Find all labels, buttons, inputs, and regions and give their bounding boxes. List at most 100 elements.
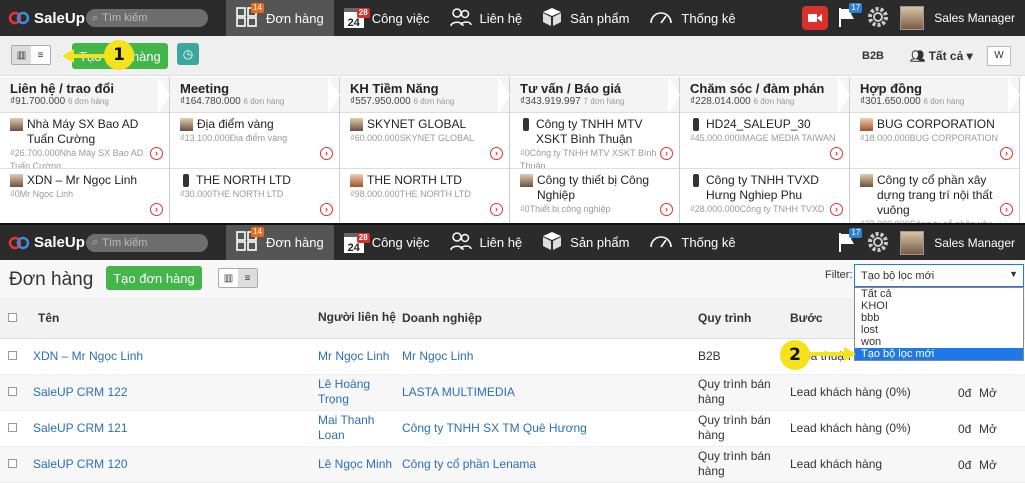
deal-card[interactable]: BUG CORPORATION ₫18.000.000BUG CORPORATIO…: [850, 113, 1019, 169]
stage-header[interactable]: Liên hệ / trao đổi ₫91.700.000 6 đơn hàng: [0, 77, 170, 113]
arrow-right-icon[interactable]: ›: [660, 203, 673, 216]
deal-card[interactable]: Công ty TNHH MTV XSKT Bình Thuận ₫0Công t…: [510, 113, 679, 169]
app-logo[interactable]: SaleUp: [0, 234, 86, 251]
user-name[interactable]: Sales Manager: [934, 236, 1015, 250]
stage-header[interactable]: Hợp đồng ₫301.650.000 6 đơn hàng: [850, 77, 1020, 113]
filter-option[interactable]: bbb: [855, 312, 1023, 324]
filter-select-value: Tạo bộ lọc mới: [861, 270, 935, 282]
nav-reports[interactable]: Thống kê: [639, 0, 745, 36]
table-row[interactable]: SaleUP CRM 120 Lê Ngọc Minh Công ty cổ p…: [0, 446, 1025, 483]
table-row[interactable]: SaleUP CRM 121 Mai Thanh Loan Công ty TN…: [0, 410, 1025, 447]
filter-option[interactable]: Tạo bộ lọc mới: [855, 348, 1023, 360]
contact-link[interactable]: Mr Ngọc Linh: [318, 349, 389, 363]
filter-all-select[interactable]: 👥︎ Tất cả ▾: [910, 49, 973, 63]
deal-card[interactable]: Công ty cổ phần xây dựng trang trí nội t…: [850, 169, 1019, 223]
deal-card[interactable]: THE NORTH LTD ₫30.000THE NORTH LTD ›: [170, 169, 339, 223]
nav-reports[interactable]: Thống kê: [639, 225, 745, 261]
row-checkbox[interactable]: [8, 387, 17, 396]
arrow-right-icon[interactable]: ›: [1000, 147, 1013, 160]
pipeline-select[interactable]: B2B: [862, 50, 884, 62]
deal-card[interactable]: SKYNET GLOBAL ₫60.000.000SKYNET GLOBAL ›: [340, 113, 509, 169]
flag-icon[interactable]: 17: [838, 2, 863, 30]
nav-orders[interactable]: 14 Đơn hàng: [226, 224, 334, 261]
order-name-link[interactable]: SaleUP CRM 121: [33, 421, 128, 435]
column-name[interactable]: Tên: [33, 298, 318, 339]
column-contact[interactable]: Người liên hệ: [318, 298, 402, 339]
contacts-icon: [449, 7, 472, 30]
filter-option[interactable]: lost: [855, 324, 1023, 336]
company-link[interactable]: LASTA MULTIMEDIA: [402, 385, 515, 399]
contact-link[interactable]: Mai Thanh Loan: [318, 413, 374, 442]
stage-header[interactable]: KH Tiềm Năng ₫557.950.000 6 đơn hàng: [340, 77, 510, 113]
order-name-link[interactable]: SaleUP CRM 122: [33, 385, 128, 399]
video-record-icon[interactable]: [802, 6, 829, 30]
grid-icon: 14: [236, 227, 264, 254]
arrow-right-icon[interactable]: ›: [490, 203, 503, 216]
arrow-right-icon[interactable]: ›: [320, 147, 333, 160]
deal-card[interactable]: HD24_SALEUP_30 ₫45.000.000IMAGE MEDIA TAI…: [680, 113, 849, 169]
nav-contacts[interactable]: Liên hệ: [440, 0, 533, 36]
table-row[interactable]: SaleUP CRM 122 Lê Hoàng Trọng LASTA MULT…: [0, 374, 1025, 411]
avatar[interactable]: [900, 6, 925, 30]
list-view-button[interactable]: ≡: [31, 46, 50, 64]
contact-link[interactable]: Lê Ngọc Minh: [318, 457, 392, 471]
order-name-link[interactable]: SaleUP CRM 120: [33, 457, 128, 471]
deal-card[interactable]: Công ty TNHH TVXD Hưng Nghiep Phu ₫28.000…: [680, 169, 849, 223]
nav-tasks[interactable]: 24 28 Công việc: [334, 0, 440, 36]
arrow-right-icon[interactable]: ›: [150, 147, 163, 160]
arrow-right-icon[interactable]: ›: [490, 147, 503, 160]
row-checkbox[interactable]: [8, 459, 17, 468]
filter-select[interactable]: Tạo bộ lọc mới ▼: [854, 264, 1024, 287]
search-input[interactable]: ⌕ Tìm kiếm: [86, 233, 208, 252]
gear-icon[interactable]: [866, 230, 890, 257]
arrow-right-icon[interactable]: ›: [830, 203, 843, 216]
arrow-right-icon[interactable]: ›: [1000, 203, 1013, 216]
select-all-checkbox[interactable]: [8, 312, 17, 322]
user-name[interactable]: Sales Manager: [934, 11, 1015, 25]
deal-card[interactable]: XDN – Mr Ngọc Linh ₫0Mr Ngọc Linh ›: [0, 169, 169, 223]
order-name-link[interactable]: XDN – Mr Ngọc Linh: [33, 349, 143, 363]
nav-products[interactable]: Sản phẩm: [532, 0, 639, 36]
calendar-day: 24: [347, 241, 360, 254]
deal-card[interactable]: Công ty thiết bị Công Nghiệp ₫0Thiết bị c…: [510, 169, 679, 223]
nav-contacts[interactable]: Liên hệ: [440, 225, 533, 261]
deal-card[interactable]: Nhà Máy SX Bao AD Tuấn Cường ₫26.700.000N…: [0, 113, 169, 169]
filter-option[interactable]: won: [855, 336, 1023, 348]
arrow-right-icon[interactable]: ›: [830, 147, 843, 160]
avatar[interactable]: [900, 231, 925, 255]
deal-card[interactable]: Địa điểm vàng ₫13.100.000Địa điểm vàng ›: [170, 113, 339, 169]
kanban-view-button[interactable]: ▥: [12, 46, 31, 64]
filter-option[interactable]: KHOI: [855, 300, 1023, 312]
column-process[interactable]: Quy trình: [698, 298, 790, 339]
create-order-button[interactable]: Tạo đơn hàng: [106, 266, 202, 290]
list-view-button[interactable]: ≡: [238, 269, 257, 287]
column-company[interactable]: Doanh nghiệp: [402, 298, 698, 339]
w-button[interactable]: W: [987, 46, 1011, 66]
arrow-right-icon[interactable]: ›: [150, 203, 163, 216]
arrow-right-icon[interactable]: ›: [660, 147, 673, 160]
deal-card[interactable]: THE NORTH LTD ₫98.000.000THE NORTH LTD ›: [340, 169, 509, 223]
row-checkbox[interactable]: [8, 351, 17, 360]
nav-products[interactable]: Sản phẩm: [532, 225, 639, 261]
flag-icon[interactable]: 17: [838, 227, 863, 255]
search-input[interactable]: ⌕ Tìm kiếm: [86, 9, 208, 27]
filter-option[interactable]: Tất cả: [855, 288, 1023, 300]
kanban-view-button[interactable]: ▥: [219, 269, 238, 287]
filter-label: Filter:: [825, 269, 853, 281]
nav-orders[interactable]: 14 Đơn hàng: [226, 0, 334, 36]
stage-header[interactable]: Meeting ₫164.780.000 6 đơn hàng: [170, 77, 340, 113]
contact-link[interactable]: Lê Hoàng Trọng: [318, 377, 370, 406]
arrow-icon: [808, 347, 856, 361]
stage-header[interactable]: Tư vấn / Báo giá ₫343.919.997 7 đơn hàng: [510, 77, 680, 113]
app-logo[interactable]: SaleUp: [0, 10, 86, 27]
history-button[interactable]: ◷: [177, 43, 199, 65]
deal-title: BUG CORPORATION: [877, 117, 995, 131]
stage-header[interactable]: Chăm sóc / đàm phán ₫228.014.000 6 đơn hà…: [680, 77, 850, 113]
arrow-right-icon[interactable]: ›: [320, 203, 333, 216]
company-link[interactable]: Công ty TNHH SX TM Quê Hương: [402, 421, 587, 435]
nav-tasks[interactable]: 24 28 Công việc: [334, 225, 440, 261]
company-link[interactable]: Mr Ngọc Linh: [402, 349, 473, 363]
company-link[interactable]: Công ty cổ phần Lenama: [402, 457, 536, 471]
row-checkbox[interactable]: [8, 423, 17, 432]
gear-icon[interactable]: [866, 5, 890, 32]
